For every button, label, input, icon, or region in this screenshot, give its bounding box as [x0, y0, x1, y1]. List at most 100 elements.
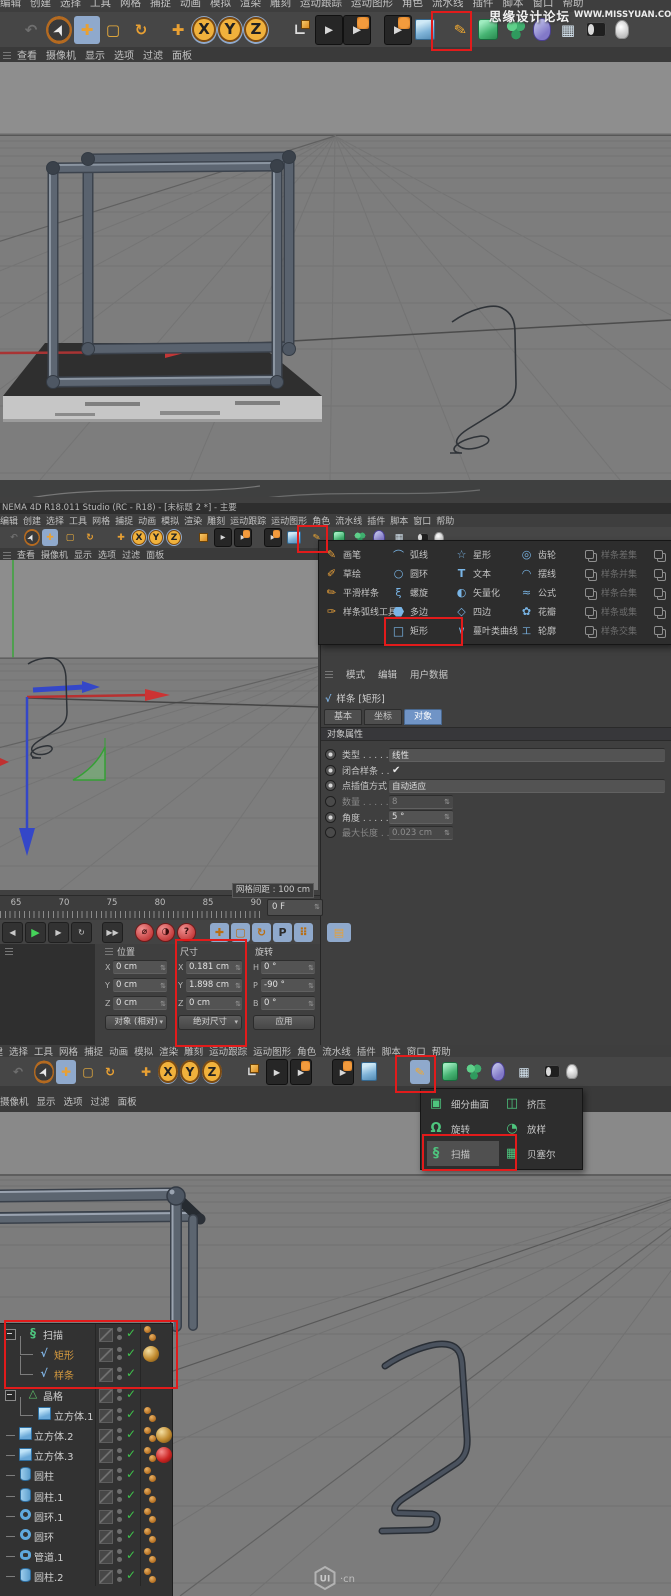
toolbar-icon[interactable]	[82, 529, 98, 546]
generator-menu-item[interactable]: 挤压	[503, 1091, 579, 1116]
transport-button[interactable]: ⠿	[294, 923, 313, 942]
generator-menu-item[interactable]: 扫描	[427, 1141, 499, 1166]
enable-check[interactable]: ✓	[126, 1407, 136, 1421]
spline-boolean-item[interactable]	[651, 602, 670, 621]
toolbar-icon[interactable]	[562, 1060, 582, 1084]
toolbar-icon[interactable]	[24, 529, 40, 546]
toolbar-icon[interactable]	[6, 529, 22, 546]
panel-grip-icon[interactable]	[105, 947, 113, 955]
tree-toggle[interactable]	[20, 1336, 33, 1355]
object-name[interactable]: 立方体.1	[54, 1408, 94, 1423]
toolbar-icon[interactable]	[180, 1060, 200, 1084]
enable-check[interactable]: ✓	[126, 1528, 136, 1542]
object-name[interactable]: 圆柱.1	[34, 1489, 64, 1504]
spline-boolean-item[interactable]	[651, 545, 670, 564]
viewport-menu-item[interactable]: 摄像机	[0, 1094, 29, 1108]
visibility-dots[interactable]	[117, 1509, 122, 1523]
viewport-menu-item[interactable]: 显示	[37, 1094, 56, 1108]
spline-boolean-item[interactable]	[651, 583, 670, 602]
layer-chip[interactable]	[99, 1469, 113, 1483]
tag-dots[interactable]	[144, 1548, 157, 1564]
toolbar-icon[interactable]	[359, 1060, 379, 1084]
attribute-value-field[interactable]: 线性⇅	[389, 748, 665, 762]
toolbar-icon[interactable]	[464, 1060, 484, 1084]
viewport-1[interactable]	[0, 62, 671, 480]
transport-button[interactable]: ◀	[2, 922, 23, 943]
attribute-row[interactable]: 闭合样条 . . ✔⇅	[325, 763, 667, 779]
spline-menu-item[interactable]: 摆线	[519, 564, 556, 583]
spline-menu-item[interactable]: 星形	[454, 545, 518, 564]
spline-menu-item[interactable]: 齿轮	[519, 545, 556, 564]
key-radio-icon[interactable]	[325, 827, 336, 838]
object-row[interactable]: 圆柱 ✓	[0, 1465, 172, 1485]
attr-section-header[interactable]: 对象属性	[321, 727, 671, 741]
viewport-menu-item[interactable]: 选项	[64, 1094, 83, 1108]
object-name[interactable]: 矩形	[54, 1347, 74, 1362]
toolbar-icon[interactable]	[243, 16, 269, 44]
menu-item[interactable]: 窗口	[413, 514, 431, 527]
viewport-menu-item[interactable]: 显示	[85, 47, 105, 62]
apply-button[interactable]: 应用	[253, 1015, 315, 1030]
object-name[interactable]: 立方体.3	[34, 1448, 74, 1463]
toolbar-icon[interactable]	[46, 16, 72, 44]
visibility-dots[interactable]	[117, 1569, 122, 1583]
object-name[interactable]: 样条	[54, 1367, 74, 1382]
toolbar-icon[interactable]	[332, 1059, 354, 1085]
layer-chip[interactable]	[99, 1530, 113, 1544]
menu-item[interactable]: 编辑	[0, 0, 21, 12]
panel-grip-icon[interactable]	[3, 51, 11, 59]
menu-item[interactable]: 渲染	[240, 0, 261, 12]
tree-toggle[interactable]	[6, 1536, 15, 1537]
viewport-menu-item[interactable]: 查看	[17, 47, 37, 62]
tag-dots[interactable]	[144, 1407, 157, 1423]
object-name[interactable]: 圆环	[34, 1529, 54, 1544]
material-tag[interactable]	[143, 1346, 159, 1362]
coord-value-field[interactable]: 0 cm	[113, 978, 167, 992]
enable-check[interactable]: ✓	[126, 1488, 136, 1502]
spline-menu-item[interactable]: 矩形	[391, 621, 428, 640]
tree-toggle[interactable]	[6, 1455, 15, 1456]
menu-item[interactable]: 角色	[402, 0, 423, 12]
menu-item[interactable]: 网格	[59, 1044, 78, 1058]
menu-item[interactable]: 选择	[9, 1044, 28, 1058]
layer-chip[interactable]	[99, 1510, 113, 1524]
transport-button[interactable]: ◑	[156, 923, 175, 942]
spline-menu-item[interactable]: 四边	[454, 602, 518, 621]
generator-menu-item[interactable]: 贝塞尔	[503, 1141, 579, 1166]
enable-check[interactable]: ✓	[126, 1447, 136, 1461]
enable-check[interactable]: ✓	[126, 1568, 136, 1582]
toolbar-icon[interactable]	[412, 16, 438, 44]
transport-button[interactable]: ↻	[252, 923, 271, 942]
attr-menu-edit[interactable]: 编辑	[378, 667, 397, 681]
generator-menu-item[interactable]: 放样	[503, 1116, 579, 1141]
toolbar-icon[interactable]	[78, 1060, 98, 1084]
toolbar-icon[interactable]	[62, 529, 78, 546]
toolbar-icon[interactable]	[315, 15, 343, 45]
toolbar-icon[interactable]	[166, 529, 182, 546]
toolbar-icon[interactable]	[542, 1060, 562, 1084]
menu-item[interactable]: 角色	[312, 514, 330, 527]
toolbar-icon[interactable]	[34, 1060, 54, 1084]
layer-chip[interactable]	[99, 1550, 113, 1564]
menu-item[interactable]: 运动跟踪	[209, 1044, 247, 1058]
menu-item[interactable]: 选择	[46, 514, 64, 527]
toolbar-icon[interactable]	[214, 528, 232, 547]
menu-item[interactable]: 工具	[34, 1044, 53, 1058]
spline-menu-item[interactable]: 样条弧线工具	[324, 602, 397, 621]
coord-value-field[interactable]: 0 °	[261, 960, 315, 974]
object-name[interactable]: 圆柱.2	[34, 1569, 64, 1584]
enable-check[interactable]: ✓	[126, 1427, 136, 1441]
attribute-row[interactable]: 类型 . . . . . 线性⇅	[325, 747, 667, 763]
spline-menu-item[interactable]: 螺旋	[391, 583, 428, 602]
tag-dots[interactable]	[144, 1508, 157, 1524]
toolbar-icon[interactable]	[131, 529, 147, 546]
layer-chip[interactable]	[99, 1490, 113, 1504]
generator-menu-item[interactable]: 旋转	[427, 1116, 499, 1141]
tree-toggle[interactable]	[5, 1390, 16, 1401]
toolbar-icon[interactable]	[286, 529, 302, 546]
transport-button[interactable]: P	[273, 923, 292, 942]
coord-value-field[interactable]: 1.898 cm	[186, 978, 242, 992]
enable-check[interactable]: ✓	[126, 1366, 136, 1380]
tree-toggle[interactable]	[6, 1576, 15, 1577]
menu-item[interactable]: 网格	[92, 514, 110, 527]
